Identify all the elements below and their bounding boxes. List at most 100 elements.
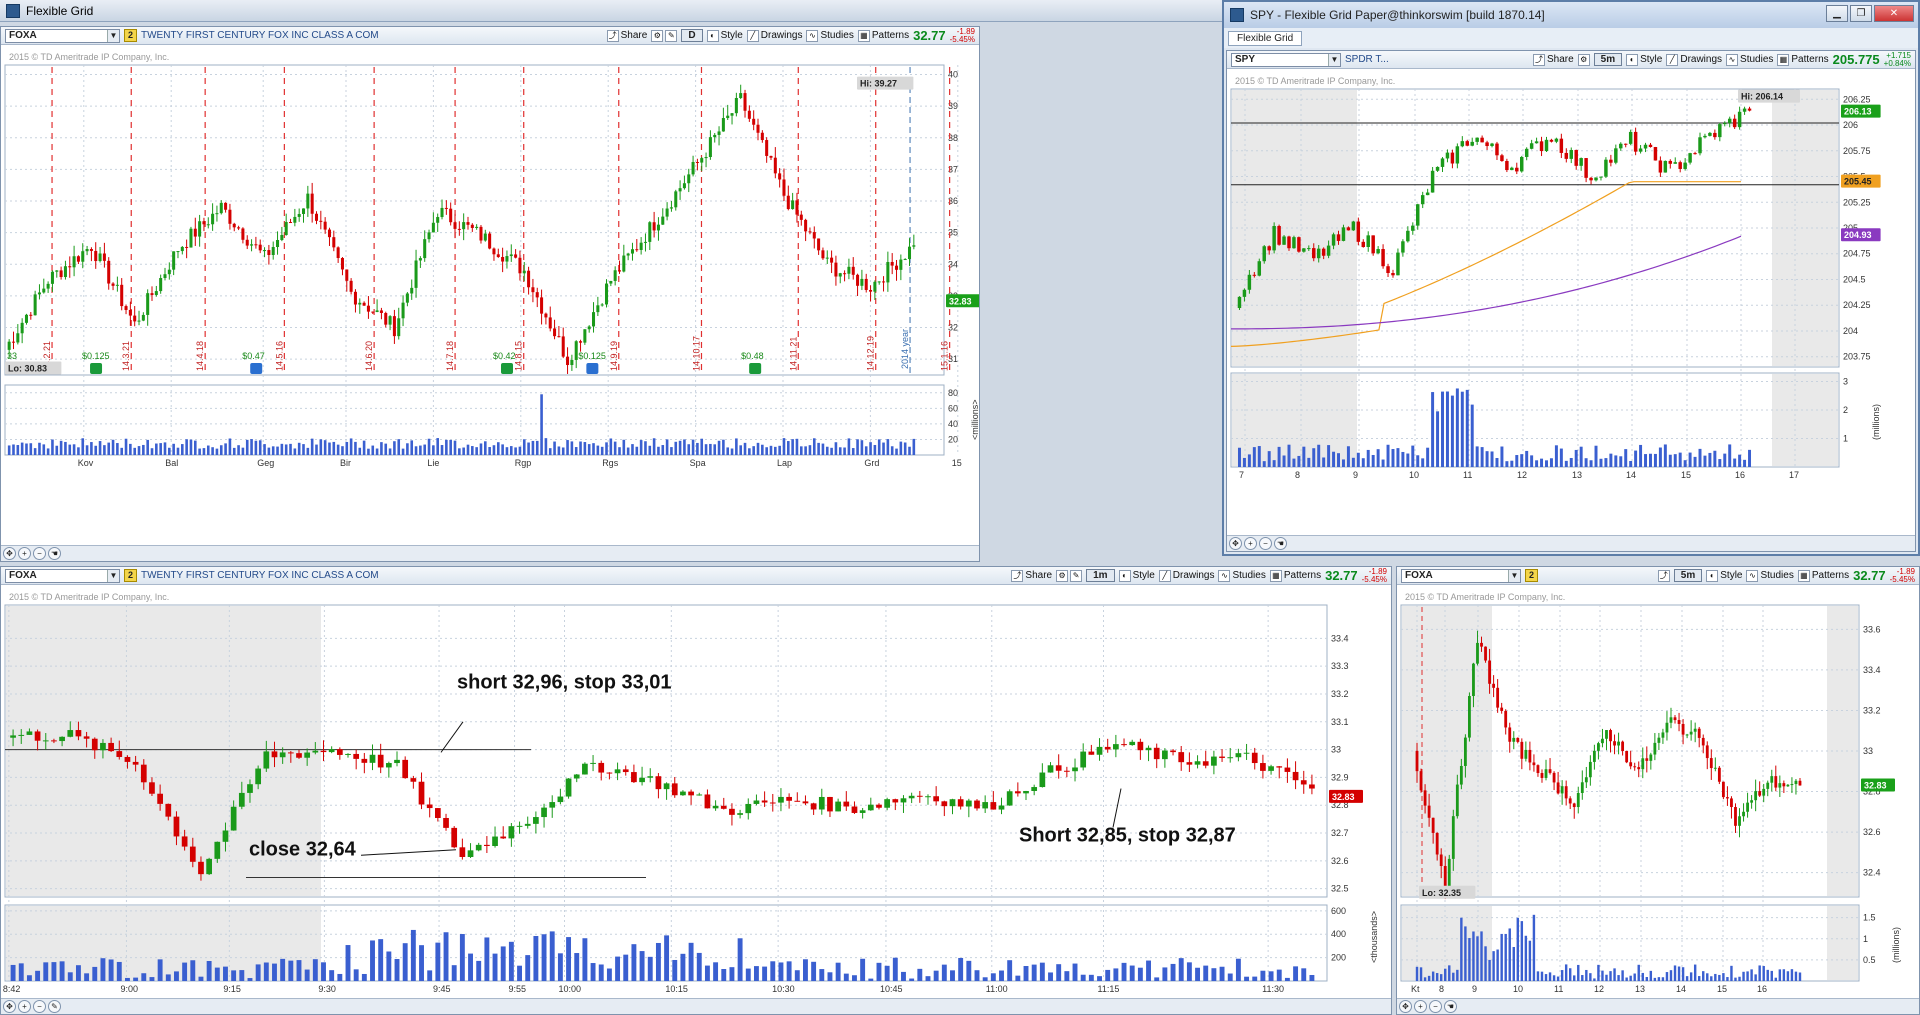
extended-hours-shade	[1772, 374, 1838, 466]
candle-body	[1572, 803, 1576, 808]
pan-icon[interactable]: ✥	[3, 547, 16, 560]
zoom-in-icon[interactable]: +	[1414, 1000, 1427, 1013]
pencil-icon[interactable]: ✎	[48, 1000, 61, 1013]
share-button[interactable]: ⤴ Share	[606, 29, 647, 42]
style-button[interactable]: ◐ Style	[1626, 53, 1662, 66]
style-button[interactable]: ◐ Style	[1118, 569, 1155, 582]
symbol-field[interactable]: FOXA ▼	[5, 28, 120, 43]
style-button[interactable]: ◐ Style	[1706, 569, 1742, 582]
symbol-field[interactable]: FOXA ▼	[1401, 568, 1521, 583]
pan-icon[interactable]: ✥	[1229, 537, 1242, 550]
hand-icon[interactable]: ☚	[48, 547, 61, 560]
tab-flexible-grid[interactable]: Flexible Grid	[1228, 30, 1303, 46]
patterns-button[interactable]: ▦ Patterns	[1269, 569, 1321, 582]
volume-bar	[1512, 946, 1515, 981]
candle-body	[107, 260, 111, 284]
current-price-tag: 32.83	[949, 296, 972, 306]
studies-icon: ∿	[1726, 53, 1739, 66]
candle-body	[786, 796, 792, 801]
daily-price-chart[interactable]: 2015 © TD Ameritrade IP Company, Inc. 40…	[1, 47, 979, 547]
pan-icon[interactable]: ✥	[1399, 1000, 1412, 1013]
candle-body	[436, 217, 440, 223]
link-badge[interactable]: 2	[1525, 569, 1538, 582]
candle-body	[1292, 237, 1296, 249]
chevron-down-icon[interactable]: ▼	[1328, 53, 1340, 66]
five-minute-price-chart[interactable]: 2015 © TD Ameritrade IP Company, Inc. 33…	[1397, 587, 1919, 1000]
chevron-down-icon[interactable]: ▼	[107, 29, 119, 42]
volume-bar	[459, 934, 465, 981]
candle-body	[157, 793, 163, 804]
zoom-in-icon[interactable]: +	[18, 547, 31, 560]
studies-button[interactable]: ∿ Studies	[1726, 53, 1773, 66]
restore-button[interactable]: ❐	[1850, 5, 1872, 22]
intraday-price-chart[interactable]: 2015 © TD Ameritrade IP Company, Inc. 33…	[1, 587, 1391, 1000]
volume-bar	[1569, 457, 1573, 467]
volume-bar	[1726, 977, 1729, 981]
chevron-down-icon[interactable]: ▼	[107, 569, 119, 582]
symbol-field[interactable]: SPY ▼	[1231, 52, 1341, 67]
candle-body	[508, 826, 515, 839]
aggregation-button[interactable]: 5m	[1593, 53, 1623, 66]
zoom-in-icon[interactable]: +	[1244, 537, 1257, 550]
volume-bar	[410, 440, 414, 455]
candle-body	[541, 807, 547, 818]
close-button[interactable]: ✕	[1874, 5, 1914, 22]
hand-icon[interactable]: ☚	[1444, 1000, 1457, 1013]
patterns-button[interactable]: ▦ Patterns	[1797, 569, 1849, 582]
candle-body	[647, 776, 654, 778]
volume-bar	[1614, 455, 1618, 467]
studies-icon: ∿	[1746, 569, 1759, 582]
drawings-button[interactable]: ╱ Drawings	[1666, 53, 1722, 66]
patterns-button[interactable]: ▦ Patterns	[857, 29, 909, 42]
style-button[interactable]: ◐ Style	[706, 29, 743, 42]
link-badge[interactable]: 2	[124, 29, 137, 42]
zoom-out-icon[interactable]: −	[1259, 537, 1272, 550]
zoom-out-icon[interactable]: −	[33, 547, 46, 560]
volume-bar	[778, 962, 784, 981]
share-button[interactable]: ⤴ Share	[1532, 53, 1574, 66]
minimize-button[interactable]: ▁	[1826, 5, 1848, 22]
volume-bar	[748, 448, 751, 455]
volume-bar	[189, 439, 193, 455]
aggregation-button[interactable]: 5m	[1673, 569, 1703, 582]
settings-button[interactable]: ⚙ ✎	[651, 29, 678, 42]
candle-body	[133, 315, 137, 322]
hand-icon[interactable]: ☚	[1274, 537, 1287, 550]
pan-icon[interactable]: ✥	[3, 1000, 16, 1013]
aggregation-button[interactable]: D	[681, 29, 703, 42]
symbol-field[interactable]: FOXA ▼	[5, 568, 120, 583]
zoom-in-icon[interactable]: +	[18, 1000, 31, 1013]
time-axis-label: Bir	[340, 458, 351, 468]
link-badge[interactable]: 2	[124, 569, 137, 582]
studies-button[interactable]: ∿ Studies	[1218, 569, 1266, 582]
settings-button[interactable]: ⚙ ✎	[1056, 569, 1083, 582]
candle-body	[410, 778, 417, 782]
aggregation-button[interactable]: 1m	[1086, 569, 1115, 582]
zoom-out-icon[interactable]: −	[1429, 1000, 1442, 1013]
candle-body	[1445, 152, 1450, 159]
time-axis-label: 16	[1757, 984, 1767, 994]
spy-price-chart[interactable]: 2015 © TD Ameritrade IP Company, Inc. 20…	[1227, 71, 1915, 537]
volume-bar	[1710, 976, 1713, 981]
drawings-button[interactable]: ╱ Drawings	[1158, 569, 1214, 582]
candle-body	[254, 244, 258, 246]
volume-bar	[1738, 976, 1741, 981]
candle-body	[328, 749, 335, 753]
wrench-icon: ⚙	[651, 29, 664, 42]
volume-bar	[1564, 964, 1568, 981]
studies-button[interactable]: ∿ Studies	[806, 29, 854, 42]
chevron-down-icon[interactable]: ▼	[1508, 569, 1520, 582]
share-button[interactable]: ⤴	[1657, 569, 1670, 582]
volume-bar	[1599, 458, 1603, 467]
volume-bar	[146, 439, 149, 455]
time-axis-label: 9:15	[223, 984, 241, 994]
current-price-tag: 32.83	[1332, 792, 1355, 802]
share-button[interactable]: ⤴ Share	[1011, 569, 1052, 582]
candle-body	[230, 806, 237, 831]
studies-button[interactable]: ∿ Studies	[1746, 569, 1794, 582]
settings-button[interactable]: ⚙	[1577, 53, 1590, 66]
zoom-out-icon[interactable]: −	[33, 1000, 46, 1013]
candle-body	[1721, 781, 1725, 798]
drawings-button[interactable]: ╱ Drawings	[746, 29, 802, 42]
patterns-button[interactable]: ▦ Patterns	[1777, 53, 1829, 66]
